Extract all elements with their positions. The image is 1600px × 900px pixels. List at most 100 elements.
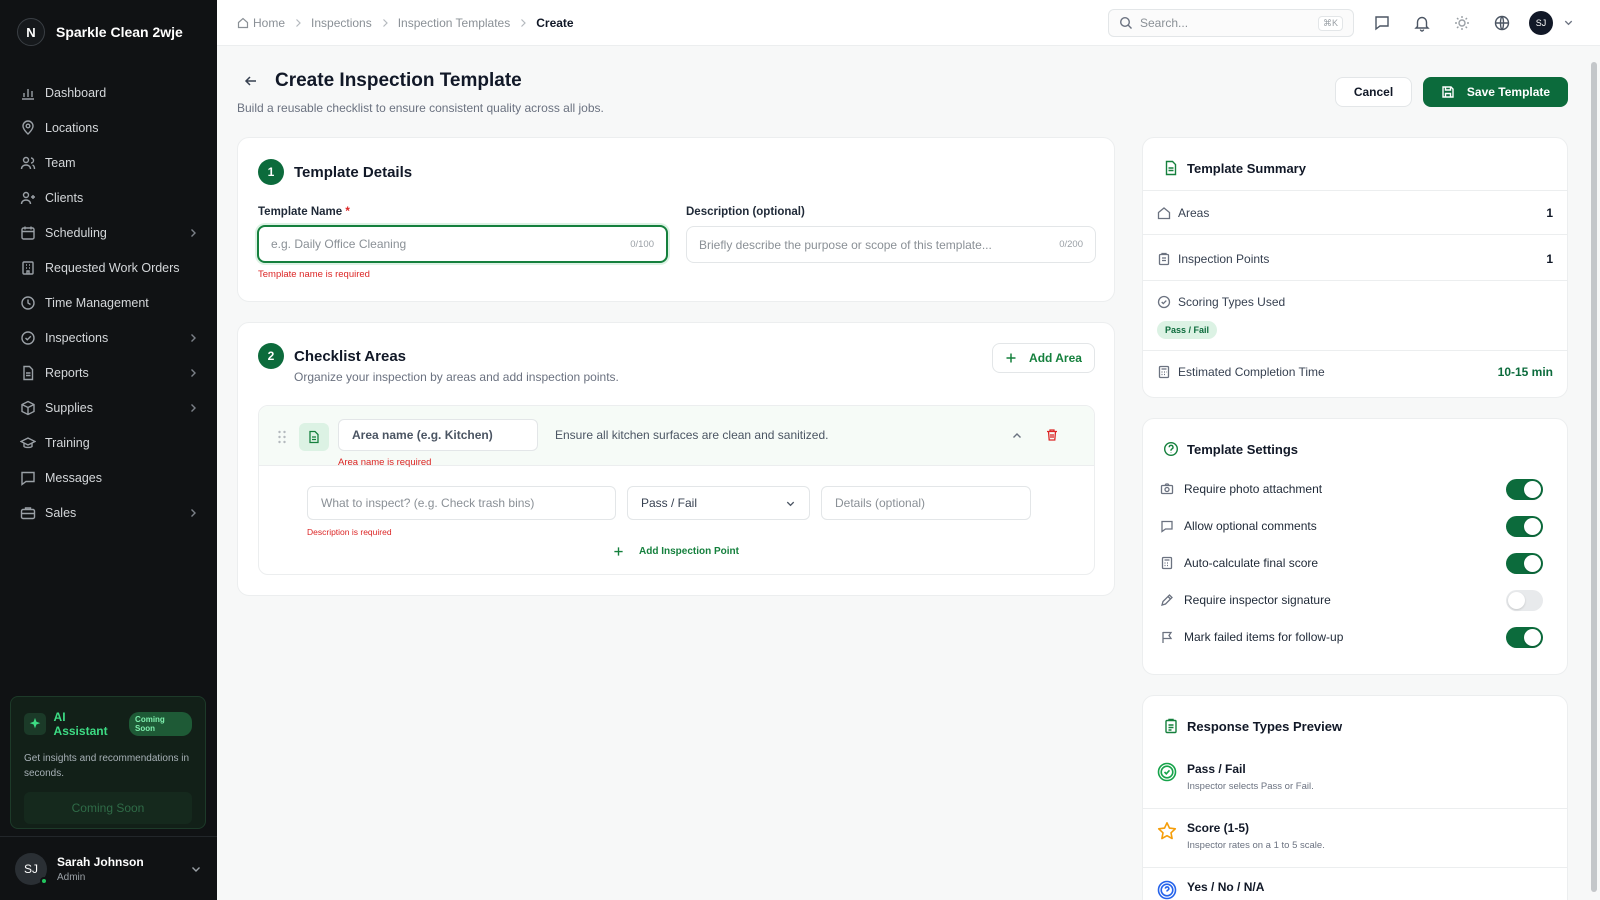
page-subtitle: Build a reusable checklist to ensure con… (237, 101, 604, 115)
ai-assistant-card: AI Assistant Coming Soon Get insights an… (10, 696, 206, 829)
ai-assistant-title: AI Assistant (53, 710, 108, 738)
bell-icon[interactable] (1412, 13, 1432, 33)
sidebar-item-supplies[interactable]: Supplies (0, 390, 217, 425)
breadcrumb-inspection-templates[interactable]: Inspection Templates (398, 16, 511, 30)
message-icon (21, 471, 35, 486)
home-icon (237, 17, 249, 28)
chat-icon[interactable] (1372, 13, 1392, 33)
breadcrumb-home[interactable]: Home (237, 16, 285, 30)
sidebar-item-scheduling[interactable]: Scheduling (0, 215, 217, 250)
question-circle-icon (1157, 880, 1177, 900)
area-description[interactable]: Ensure all kitchen surfaces are clean an… (555, 428, 829, 442)
cancel-button[interactable]: Cancel (1335, 77, 1412, 107)
globe-icon[interactable] (1492, 13, 1512, 33)
star-icon (1157, 822, 1177, 840)
mark-failed-toggle[interactable] (1506, 626, 1543, 648)
sidebar-item-dashboard[interactable]: Dashboard (0, 75, 217, 110)
trash-icon[interactable] (1045, 428, 1059, 442)
settings-title: Template Settings (1187, 441, 1299, 457)
sidebar-item-team[interactable]: Team (0, 145, 217, 180)
chevron-down-icon[interactable] (1563, 17, 1574, 28)
chevron-right-icon (191, 368, 196, 377)
summary-scoring-row: Scoring Types Used (1143, 293, 1567, 311)
template-name-input[interactable]: e.g. Daily Office Cleaning 0/100 (257, 225, 668, 263)
description-input[interactable]: Briefly describe the purpose or scope of… (686, 226, 1096, 263)
response-type-description: Inspector rates on a 1 to 5 scale. (1187, 840, 1325, 851)
step-number: 1 (258, 159, 284, 185)
building-icon (22, 260, 34, 275)
sidebar-item-requested-work-orders[interactable]: Requested Work Orders (0, 250, 217, 285)
chevron-down-icon (786, 501, 795, 506)
sidebar-item-messages[interactable]: Messages (0, 460, 217, 495)
section-subtitle: Organize your inspection by areas and ad… (294, 370, 619, 384)
sparkles-icon (24, 713, 46, 735)
sidebar-item-time-management[interactable]: Time Management (0, 285, 217, 320)
top-bar: Home Inspections Inspection Templates Cr… (217, 0, 1600, 46)
response-types-card: Response Types Preview Pass / Fail Inspe… (1142, 695, 1568, 900)
plus-icon (614, 547, 623, 556)
summary-scoring-label: Scoring Types Used (1178, 295, 1286, 309)
brand-logo: N (17, 18, 45, 46)
breadcrumb-inspections[interactable]: Inspections (311, 16, 372, 30)
sidebar-item-label: Dashboard (45, 85, 107, 100)
check-badge-icon (1157, 762, 1177, 782)
checklist-area: Area name (e.g. Kitchen) Ensure all kitc… (258, 405, 1095, 575)
setting-inspector-signature: Require inspector signature (1160, 589, 1543, 611)
back-arrow-icon[interactable] (243, 73, 259, 89)
inspection-point-placeholder: What to inspect? (e.g. Check trash bins) (321, 496, 535, 510)
save-template-button[interactable]: Save Template (1423, 77, 1568, 107)
sidebar-item-label: Time Management (45, 295, 149, 310)
add-area-label: Add Area (1029, 351, 1082, 365)
inspector-signature-toggle[interactable] (1506, 589, 1543, 611)
description-placeholder: Briefly describe the purpose or scope of… (699, 237, 992, 252)
brand-name: Sparkle Clean 2wje (56, 24, 183, 40)
chevron-up-icon[interactable] (1011, 430, 1023, 442)
require-photo-toggle[interactable] (1506, 478, 1543, 500)
response-type-pass-fail: Pass / Fail Inspector selects Pass or Fa… (1143, 754, 1567, 812)
sidebar-item-reports[interactable]: Reports (0, 355, 217, 390)
clock-icon (21, 295, 35, 310)
calendar-icon (21, 226, 35, 240)
user-name: Sarah Johnson (57, 854, 144, 869)
sidebar-item-clients[interactable]: Clients (0, 180, 217, 215)
avatar[interactable]: SJ (1529, 11, 1553, 35)
clipboard-icon (1158, 252, 1170, 266)
template-name-label: Template Name * (258, 206, 350, 218)
search-input[interactable]: Search... ⌘K (1108, 9, 1354, 37)
ai-coming-soon-button[interactable]: Coming Soon (24, 792, 192, 824)
save-template-label: Save Template (1466, 85, 1551, 99)
sidebar-nav: Dashboard Locations Team Clients Schedul… (0, 75, 217, 530)
point-details-input[interactable]: Details (optional) (821, 486, 1031, 520)
sidebar-item-training[interactable]: Training (0, 425, 217, 460)
area-name-input[interactable]: Area name (e.g. Kitchen) (338, 419, 538, 451)
user-menu[interactable]: SJ Sarah Johnson Admin (0, 836, 217, 900)
summary-points-value: 1 (1546, 252, 1553, 266)
chevron-right-icon (191, 228, 196, 237)
scrollbar-thumb[interactable] (1591, 62, 1597, 892)
chevron-down-icon (192, 866, 200, 872)
scoring-type-badge: Pass / Fail (1157, 321, 1218, 339)
description-counter: 0/200 (1059, 239, 1083, 250)
scrollbar[interactable] (1588, 46, 1600, 900)
auto-calculate-toggle[interactable] (1506, 552, 1543, 574)
drag-handle-icon[interactable] (277, 430, 287, 444)
search-icon (1119, 16, 1132, 29)
sidebar-item-label: Sales (45, 505, 77, 520)
add-inspection-point-button[interactable]: Add Inspection Point (613, 546, 739, 557)
sidebar-item-sales[interactable]: Sales (0, 495, 217, 530)
template-name-counter: 0/100 (630, 238, 654, 250)
inspection-point-input[interactable]: What to inspect? (e.g. Check trash bins) (307, 486, 616, 520)
optional-comments-toggle[interactable] (1506, 515, 1543, 537)
sidebar-item-locations[interactable]: Locations (0, 110, 217, 145)
add-area-button[interactable]: Add Area (992, 343, 1095, 373)
sun-icon[interactable] (1452, 13, 1472, 33)
sidebar-item-inspections[interactable]: Inspections (0, 320, 217, 355)
scoring-type-select[interactable]: Pass / Fail (627, 486, 810, 520)
scoring-type-value: Pass / Fail (641, 496, 698, 510)
brand[interactable]: N Sparkle Clean 2wje (0, 0, 217, 64)
chart-icon (22, 88, 34, 100)
template-settings-card: Template Settings Require photo attachme… (1142, 418, 1568, 675)
setting-mark-failed: Mark failed items for follow-up (1160, 626, 1543, 648)
setting-require-photo: Require photo attachment (1160, 478, 1543, 500)
calculator-icon (1161, 556, 1173, 570)
